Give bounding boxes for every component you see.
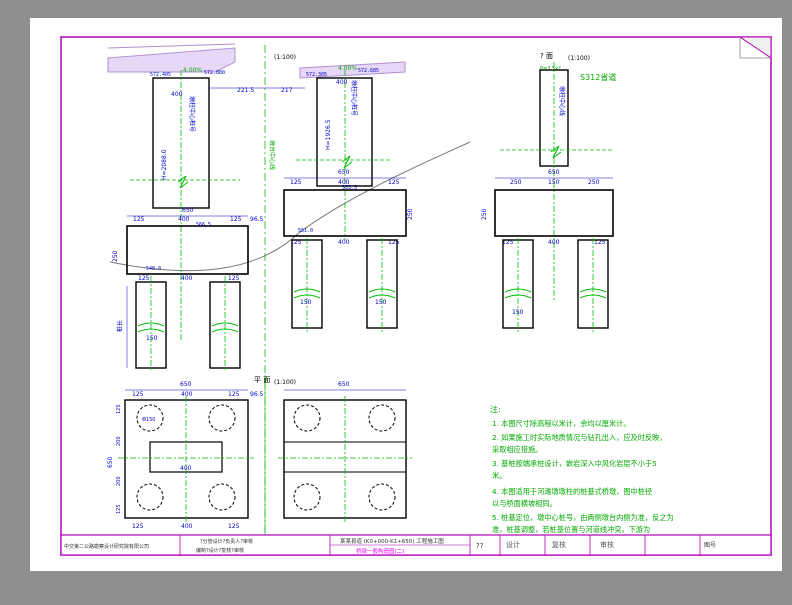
v3-pile-dia: 150 <box>512 309 524 316</box>
title-block: 中交第二公路勘察设计研究院有限公司 ?分管设计?负责人?审核 编制?设计?复核?… <box>60 534 772 556</box>
v1-pile-elev: 548.0 <box>146 266 161 272</box>
v2-pile-elev: 551.0 <box>298 228 313 234</box>
plan-width-right: 650 <box>338 381 350 388</box>
plan-side-dim-2: 200 <box>116 436 122 446</box>
v1-pier-height: H=2088.0 <box>161 149 168 180</box>
v3-pile-dim-mid: 400 <box>548 239 560 246</box>
plan-width-left: 650 <box>180 381 192 388</box>
v1-elev-left: 572.405 <box>150 72 171 78</box>
v3-cap-height: 250 <box>481 208 488 220</box>
notes-item-1: 1. 本图尺寸除高程以米计，余均以厘米计。 <box>492 419 631 428</box>
v2-cap-width: 650 <box>338 169 350 176</box>
plan-side-dim-4: 125 <box>116 504 122 514</box>
v1-cap-width: 650 <box>182 207 194 214</box>
notes-item-3: 采取相应措施。 <box>492 445 542 454</box>
title-org: 中交第二公路勘察设计研究院有限公司 <box>64 543 149 550</box>
plan-offset: 96.5 <box>250 391 264 398</box>
title-sign-design: 设计 <box>506 540 520 549</box>
v3-cap-width: 650 <box>548 169 560 176</box>
v1-cap-dim-left: 125 <box>133 216 145 223</box>
v1-pile-label: 桩长 <box>116 320 124 332</box>
v1-cap-offset: 96.5 <box>250 216 264 223</box>
title-sign-check: 复核 <box>552 540 566 549</box>
plan-total: 650 <box>107 456 114 468</box>
v3-pier-note: 墩柱中心线 <box>558 86 566 116</box>
v2-cap-dim-mid: 400 <box>338 239 350 246</box>
v2-pier-width: 400 <box>336 79 348 86</box>
plan-top-dim-left: 125 <box>132 391 144 398</box>
v1-pier-width: 400 <box>171 91 183 98</box>
notes-item-5: 米。 <box>492 471 506 480</box>
plan-inner: 400 <box>180 465 192 472</box>
plan-bot-dim-mid: 400 <box>181 523 193 530</box>
plan-top-dim-mid: 400 <box>181 391 193 398</box>
v1-cap-height: 250 <box>112 250 119 262</box>
v2-pier-height: H=1926.5 <box>325 119 332 150</box>
notes-item-2: 2. 如果施工时实际地质情况与钻孔出入，应及时反映， <box>492 433 666 442</box>
v3-top-dim-right: 250 <box>588 179 600 186</box>
title-sign-review: 审核 <box>600 540 614 549</box>
plan-top-dim-right: 125 <box>228 391 240 398</box>
v2-pier-note: 墩柱中心桩号 <box>350 80 358 116</box>
v2-cap-elev: 553.5 <box>342 185 357 191</box>
notes-item-4: 3. 基桩按端承桩设计，嵌岩深入中风化岩层不小于5 <box>492 459 657 468</box>
v2-top-dim-right: 125 <box>388 179 400 186</box>
plan-scale: (1:100) <box>274 379 296 386</box>
title-project: 某某县道 (K0+000-K1+650) 工程施工图 <box>340 537 444 545</box>
plan-title: 平 面 <box>254 376 270 384</box>
v2-elev-left: 572.305 <box>306 72 327 78</box>
v1-pier-note: 墩柱中心桩号 <box>188 96 196 132</box>
v3-top-dim-left: 250 <box>510 179 522 186</box>
plan-bot-dim-right: 125 <box>228 523 240 530</box>
v2-pile-dia-right: 150 <box>375 299 387 306</box>
plan-side-dim-1: 125 <box>116 404 122 414</box>
v1-elev-right: 572.880 <box>204 70 225 76</box>
v2-grade: 4.00% <box>338 65 357 72</box>
v2-center-note: 墩台中心线 <box>268 140 276 170</box>
v1-pile-dim-left: 125 <box>138 275 150 282</box>
v2-cap-height: 250 <box>407 208 414 220</box>
v1-pile-dim-mid: 400 <box>181 275 193 282</box>
notes-item-6: 4. 本图适用于河滩墩墩柱的桩基式桥墩，图中桩径 <box>492 487 652 496</box>
v2-pile-dia-left: 150 <box>300 299 312 306</box>
title-cell-2: ?分管设计?负责人?审核 <box>200 538 253 545</box>
notes-item-8: 5. 桩基定位，墩中心桩号，由两侧墩台内侧为准，反之为 <box>492 513 674 522</box>
title-cell-qq: ?? <box>476 542 484 550</box>
v2-scale: (1:100) <box>274 54 296 61</box>
v3-scale: (1:100) <box>568 55 590 62</box>
v3-v-label: P=3.5x? <box>540 66 561 72</box>
notes-item-7: 以与桥面横坡相同。 <box>492 499 557 508</box>
v3-top-dim-mid: 150 <box>548 179 560 186</box>
v1-cap-dim-mid: 400 <box>178 216 190 223</box>
plan-pile-dia: Φ150 <box>142 417 155 423</box>
cad-drawing-canvas: 4.00% 572.405 572.880 400 221.5 217 H=20… <box>0 0 792 601</box>
plan-side-dim-3: 200 <box>116 476 122 486</box>
v3-title: ? 面 <box>540 52 553 60</box>
v1-pile-dia: 150 <box>146 335 158 342</box>
v3-top-note: S312省道 <box>580 72 616 82</box>
title-drawing-no: 图号 <box>704 542 716 549</box>
v2-elev-right: 572.685 <box>358 68 379 74</box>
drawing-sheet: 4.00% 572.405 572.880 400 221.5 217 H=20… <box>30 18 782 571</box>
plan-bot-dim-left: 125 <box>132 523 144 530</box>
title-cell-3: 编制?设计?复核?审核 <box>196 547 244 554</box>
v1-pile-dim-right: 125 <box>228 275 240 282</box>
v1-cap-elev: 566.5 <box>196 222 211 228</box>
v1-cap-dim-right: 125 <box>230 216 242 223</box>
title-drawing-name: 桥墩一般构造图(二) <box>356 547 404 555</box>
notes-heading: 注: <box>490 404 501 414</box>
notes-item-9: 准，桩基调整，若桩基位置与河道线冲突，下游为 <box>492 525 650 534</box>
v1-grade: 4.00% <box>183 67 202 74</box>
v2-top-dim-left: 125 <box>290 179 302 186</box>
